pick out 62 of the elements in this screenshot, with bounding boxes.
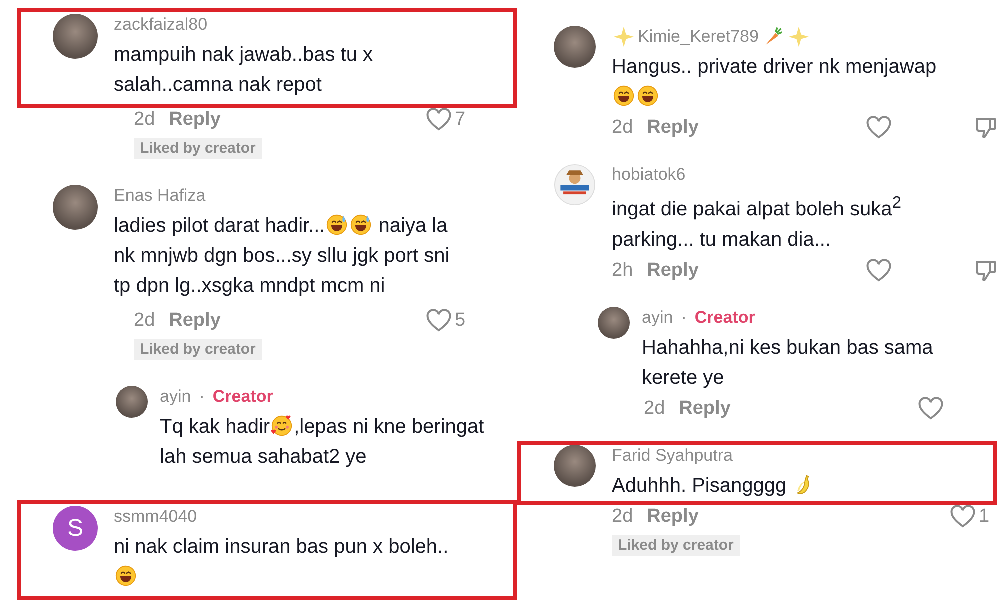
- heart-icon[interactable]: [950, 504, 976, 529]
- username[interactable]: Enas Hafiza: [114, 186, 206, 206]
- sweat-smile-face-icon: [350, 214, 372, 236]
- avatar[interactable]: S: [53, 506, 98, 551]
- timestamp: 2d: [644, 398, 666, 420]
- timestamp: 2d: [134, 109, 156, 131]
- sweat-smile-face-icon: [326, 214, 348, 236]
- creator-label: Creator: [694, 308, 756, 328]
- like-count: 1: [979, 506, 990, 528]
- like-count: 7: [455, 109, 466, 131]
- username[interactable]: ayin: [642, 308, 674, 328]
- heart-icon[interactable]: [866, 116, 892, 140]
- heart-icon[interactable]: [426, 309, 452, 333]
- separator-dot: ·: [199, 387, 205, 407]
- like-count: 5: [455, 310, 466, 332]
- comment-text: Hahahha,ni kes bukan bas sama kerete ye: [642, 336, 934, 391]
- heart-icon[interactable]: [866, 258, 892, 283]
- reply-link[interactable]: Reply: [647, 506, 699, 528]
- username[interactable]: ayin: [160, 387, 192, 407]
- reply-link[interactable]: Reply: [679, 398, 731, 420]
- username[interactable]: zackfaizal80: [114, 15, 208, 35]
- reply-link[interactable]: Reply: [169, 310, 221, 332]
- sparkle-icon: [613, 26, 635, 48]
- sparkle-icon: [788, 26, 810, 48]
- avatar-photo-placeholder[interactable]: [53, 14, 98, 59]
- avatar-photo-placeholder[interactable]: [554, 444, 596, 487]
- reply-link[interactable]: Reply: [169, 109, 221, 131]
- comment-text: ingat die pakai alpat boleh suka$^{2}$ parking... tu makan dia...: [612, 192, 902, 253]
- liked-by-creator-badge: Liked by creator: [612, 534, 740, 556]
- thumbs-down-icon[interactable]: [974, 116, 998, 140]
- timestamp: 2d: [134, 310, 156, 332]
- comment-text: Hangus.. private driver nk menjawap: [612, 52, 952, 112]
- timestamp: 2d: [612, 117, 634, 139]
- comment-text: Tq kak hadir ,lepas ni kne beringat lah semua sahabat2 ye: [160, 414, 486, 470]
- laughing-face-icon: [613, 85, 635, 107]
- username[interactable]: hobiatok6: [612, 165, 686, 185]
- thumbs-down-icon[interactable]: [974, 258, 998, 283]
- avatar-photo-placeholder[interactable]: [116, 386, 148, 418]
- timestamp: 2h: [612, 260, 634, 282]
- smiling-face-hearts-icon: [271, 415, 294, 437]
- laughing-face-icon: [637, 85, 659, 107]
- heart-icon[interactable]: [918, 396, 944, 421]
- comment-text: mampuih nak jawab..bas tu x salah..camna nak repot: [114, 43, 374, 98]
- timestamp: 2d: [612, 506, 634, 528]
- username[interactable]: Kimie_Keret789: [638, 27, 759, 47]
- heart-icon[interactable]: [426, 108, 452, 132]
- comment-text: ni nak claim insuran bas pun x boleh..: [114, 532, 464, 592]
- reply-link[interactable]: Reply: [647, 260, 699, 282]
- laughing-face-icon: [115, 565, 137, 587]
- avatar-photo-placeholder[interactable]: [598, 306, 630, 339]
- avatar-photo-placeholder[interactable]: [53, 185, 98, 230]
- comment-text: Aduhhh. Pisangggg: [612, 470, 952, 501]
- avatar-photo-placeholder[interactable]: [554, 26, 596, 68]
- username[interactable]: Farid Syahputra: [612, 446, 733, 466]
- username[interactable]: ssmm4040: [114, 507, 198, 527]
- creator-label: Creator: [212, 387, 274, 407]
- avatar-drawing[interactable]: [554, 164, 596, 206]
- comment-text: ladies pilot darat hadir... naiya la nk mnjwb dgn bos...sy sllu jgk port sni tp dpn lg..xsgka mndpt mcm ni: [114, 213, 451, 299]
- separator-dot: ·: [681, 308, 687, 328]
- liked-by-creator-badge: Liked by creator: [134, 339, 262, 360]
- reply-link[interactable]: Reply: [647, 117, 699, 139]
- liked-by-creator-badge: Liked by creator: [134, 138, 262, 159]
